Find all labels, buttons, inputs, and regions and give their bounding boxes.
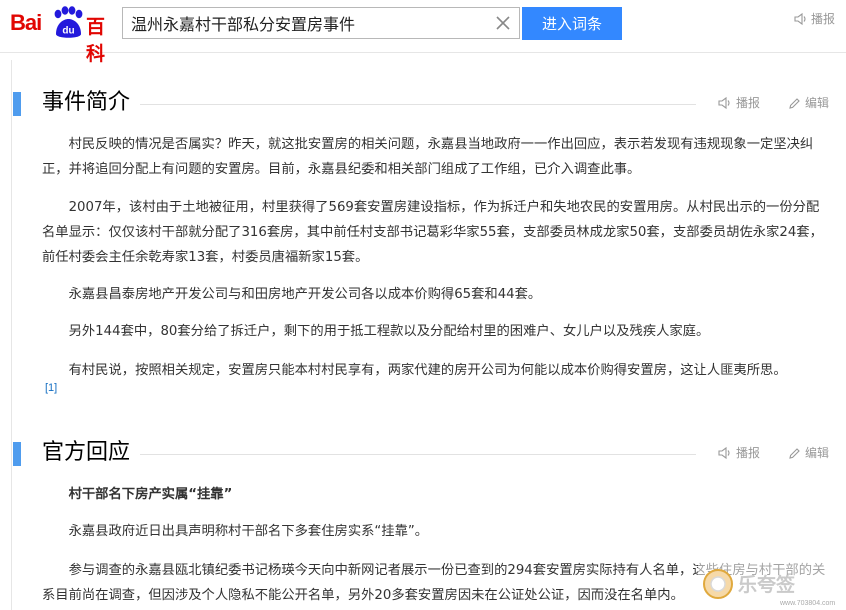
section-marker [13, 92, 21, 116]
section-marker [13, 442, 21, 466]
enter-entry-button[interactable]: 进入词条 [522, 7, 622, 40]
speak-label: 播报 [736, 96, 761, 110]
logo-paw-icon: du [54, 6, 83, 38]
edit-label: 编辑 [805, 96, 830, 110]
logo-bai-text: Bai [10, 10, 42, 35]
speaker-icon [718, 446, 730, 460]
speaker-icon [718, 96, 730, 110]
section-divider [123, 104, 696, 105]
speaker-icon [794, 12, 806, 26]
paragraph-subtitle: 村干部名下房产实属“挂靠” [68, 487, 233, 502]
pencil-icon [789, 98, 800, 109]
section-title: 事件简介 [42, 89, 141, 117]
pencil-icon [789, 448, 800, 459]
reference-link[interactable]: [1] [45, 382, 57, 394]
section-speak-button[interactable]: 播报 [718, 95, 760, 111]
section-edit-button[interactable]: 编辑 [788, 445, 829, 461]
paragraph: 另外144套中，80套分给了拆迁户，剩下的用于抵工程款以及分配给村里的困难户、女… [68, 324, 710, 339]
section-title: 官方回应 [42, 439, 141, 467]
logo-baike-text: 百科 [86, 16, 106, 65]
clear-icon[interactable] [495, 15, 511, 31]
top-speak-label: 播报 [811, 12, 836, 26]
edit-label: 编辑 [805, 446, 830, 460]
search-box [122, 7, 520, 39]
speak-label: 播报 [736, 446, 761, 460]
logo-du-text: du [62, 26, 74, 37]
section-divider [123, 454, 696, 455]
watermark-url: www.703804.com [779, 600, 835, 607]
section-speak-button[interactable]: 播报 [718, 445, 760, 461]
paragraph: 永嘉县昌泰房地产开发公司与和田房地产开发公司各以成本价购得65套和44套。 [68, 287, 542, 302]
baidu-baike-logo[interactable]: Bai du 百科 [10, 6, 112, 65]
section-edit-button[interactable]: 编辑 [788, 95, 829, 111]
paragraph: 永嘉县政府近日出具声明称村干部名下多套住房实系“挂靠”。 [68, 524, 429, 539]
section-header-official-response: 官方回应 播报 编辑 [13, 439, 846, 469]
top-bar: Bai du 百科 进入词条 播报 [0, 0, 846, 65]
top-speak-button[interactable]: 播报 [794, 10, 835, 28]
paragraph: 有村民说，按照相关规定，安置房只能本村村民享有，两家代建的房开公司为何能以成本价… [68, 363, 787, 378]
paragraph: 2007年，该村由于土地被征用，村里获得了569套安置房建设指标，作为拆迁户和失… [42, 200, 823, 265]
section-header-intro: 事件简介 播报 编辑 [13, 89, 846, 119]
left-rule [11, 60, 12, 610]
search-input[interactable] [131, 12, 487, 34]
paragraph: 村民反映的情况是否属实？昨天，就这批安置房的相关问题，永嘉县当地政府一一作出回应… [42, 137, 814, 177]
site-watermark: 乐夸签 www.703804.com [698, 562, 844, 610]
watermark-text: 乐夸签 [738, 573, 796, 596]
